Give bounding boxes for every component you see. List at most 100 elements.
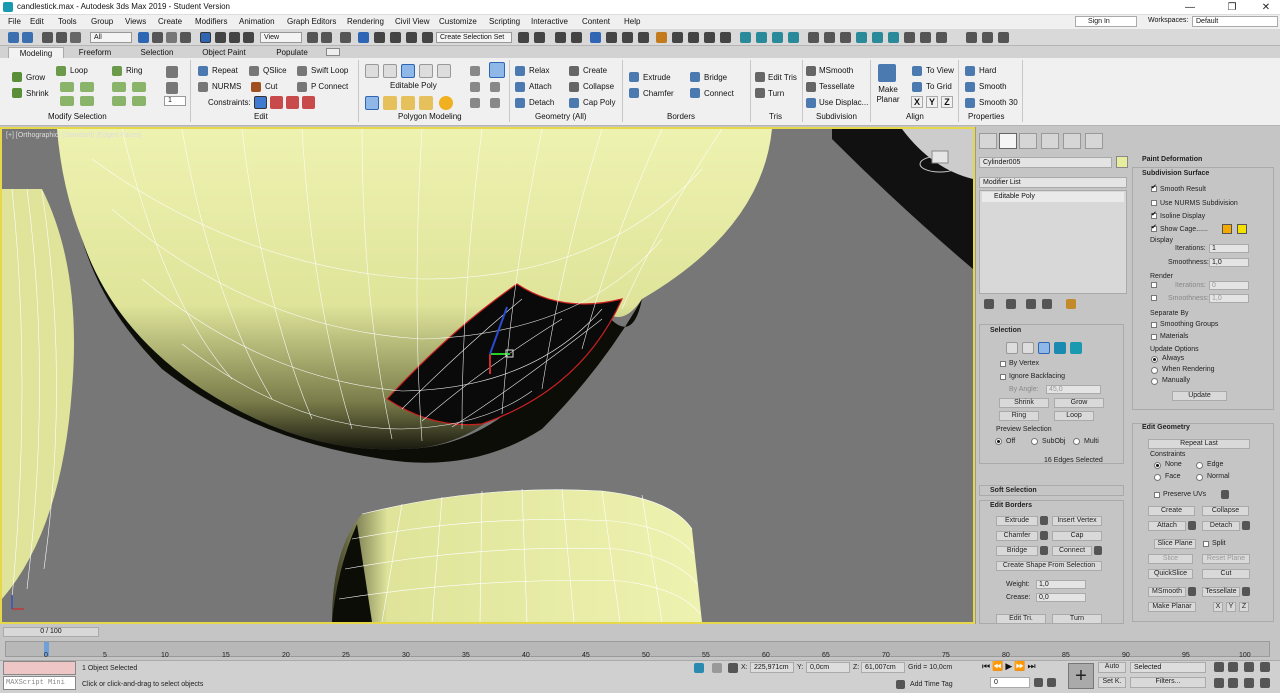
current-frame-field[interactable]: 0 [990, 677, 1030, 688]
smooth-button[interactable]: Smooth [979, 82, 1007, 91]
msmooth-button[interactable]: MSmooth [1148, 587, 1186, 597]
configure-sets-icon[interactable] [1066, 299, 1076, 309]
tessellate-button[interactable]: Tessellate [819, 82, 855, 91]
hard-button[interactable]: Hard [979, 66, 996, 75]
tool-8-icon[interactable] [856, 32, 867, 43]
extrude-button[interactable]: Extrude [996, 516, 1038, 526]
close-button[interactable]: ✕ [1252, 0, 1280, 15]
render-production-icon[interactable] [688, 32, 699, 43]
cage-color-2-swatch[interactable] [1237, 224, 1247, 234]
make-planar-button[interactable]: Make Planar [876, 85, 900, 105]
menu-scripting[interactable]: Scripting [489, 17, 520, 26]
loop-button[interactable]: Loop [1054, 411, 1094, 421]
tool-11-icon[interactable] [904, 32, 915, 43]
named-selection-set-select[interactable]: Create Selection Set [436, 32, 512, 43]
redo-icon[interactable] [22, 32, 33, 43]
slice-plane-button[interactable]: Slice Plane [1154, 539, 1196, 549]
pm-toggle-icon[interactable] [489, 62, 505, 78]
loop-mode-icon[interactable] [80, 96, 94, 106]
zoom-extents-all-icon[interactable] [1260, 662, 1270, 672]
menu-interactive[interactable]: Interactive [531, 17, 568, 26]
tool-2-icon[interactable] [756, 32, 767, 43]
isoline-checkbox[interactable] [1151, 210, 1157, 219]
reset-plane-button[interactable]: Reset Plane [1202, 554, 1250, 564]
edit-tri-button[interactable]: Edit Tri. [996, 614, 1046, 624]
sel-vertex-icon[interactable] [1006, 342, 1018, 354]
menu-tools[interactable]: Tools [58, 17, 77, 26]
bridge-settings-icon[interactable] [1040, 546, 1048, 555]
menu-civil-view[interactable]: Civil View [395, 17, 430, 26]
rotate-icon[interactable] [215, 32, 226, 43]
weight-spinner[interactable]: 1,0 [1036, 580, 1086, 589]
hierarchy-tab-icon[interactable] [1019, 133, 1037, 149]
geometry-group-title[interactable]: Geometry (All) [535, 112, 587, 121]
qslice-button[interactable]: QSlice [263, 66, 287, 75]
bind-space-warp-icon[interactable] [70, 32, 81, 43]
bridge-button[interactable]: Bridge [704, 73, 727, 82]
pm-side-icon-5[interactable] [490, 98, 500, 108]
p-connect-button[interactable]: P Connect [311, 82, 348, 91]
tool-4-icon[interactable] [788, 32, 799, 43]
viewport-orthographic[interactable]: [+] [Orthographic] [Standard] [Edged Fac… [0, 127, 975, 624]
tessellate-settings-icon[interactable] [1242, 587, 1250, 596]
connect-button[interactable]: Connect [1052, 546, 1092, 556]
preview-multi-radio[interactable] [1073, 438, 1080, 445]
tessellate-button[interactable]: Tessellate [1202, 587, 1240, 597]
toggle-ribbon-icon[interactable] [590, 32, 601, 43]
cut-button[interactable]: Cut [265, 82, 277, 91]
menu-graph-editors[interactable]: Graph Editors [287, 17, 336, 26]
update-button[interactable]: Update [1172, 391, 1227, 401]
render-iterative-icon[interactable] [704, 32, 715, 43]
play-icon[interactable]: ▶ [1005, 661, 1014, 671]
key-filter-select[interactable]: Selected [1130, 662, 1206, 673]
preview-subobj-radio[interactable] [1031, 438, 1038, 445]
sel-element-icon[interactable] [1070, 342, 1082, 354]
show-end-result-icon[interactable] [1006, 299, 1016, 309]
tab-object-paint[interactable]: Object Paint [192, 47, 256, 58]
smooth-30-button[interactable]: Smooth 30 [979, 98, 1018, 107]
constraint-none-icon[interactable] [254, 96, 267, 109]
schematic-view-icon[interactable] [622, 32, 633, 43]
utilities-tab-icon[interactable] [1085, 133, 1103, 149]
turn-button[interactable]: Turn [1052, 614, 1102, 624]
workspace-select[interactable]: Default [1192, 16, 1278, 27]
tab-populate[interactable]: Populate [264, 47, 320, 58]
object-name-field[interactable]: Cylinder005 [979, 157, 1112, 168]
sel-border-icon[interactable] [1038, 342, 1050, 354]
smooth-result-checkbox[interactable] [1151, 183, 1157, 192]
align-y-button[interactable]: Y [926, 96, 938, 108]
detach-button[interactable]: Detach [1202, 521, 1240, 531]
pm-side-icon-4[interactable] [490, 82, 500, 92]
previous-frame-icon[interactable]: ⏪ [992, 661, 1005, 671]
collapse-button[interactable]: Collapse [583, 82, 614, 91]
sign-in-dropdown[interactable]: Sign In [1075, 16, 1137, 27]
isolate-selection-icon[interactable] [694, 663, 704, 673]
key-mode-icon[interactable] [1034, 678, 1043, 687]
show-cage-checkbox[interactable] [1151, 223, 1157, 232]
maxscript-mini-input[interactable]: MAXScript Mini [3, 676, 76, 690]
tool-6-icon[interactable] [824, 32, 835, 43]
render-cloud-icon[interactable] [720, 32, 731, 43]
paint-deformation-title[interactable]: Paint Deformation [1142, 156, 1202, 163]
use-displacement-button[interactable]: Use Displac... [819, 98, 868, 107]
tab-modeling[interactable]: Modeling [8, 47, 64, 58]
link-icon[interactable] [42, 32, 53, 43]
crease-spinner[interactable]: 0,0 [1036, 593, 1086, 602]
tool-7-icon[interactable] [840, 32, 851, 43]
auto-key-button[interactable]: Auto [1098, 662, 1126, 673]
attach-button[interactable]: Attach [529, 82, 552, 91]
detach-settings-icon[interactable] [1242, 521, 1250, 530]
align-x-button[interactable]: X [911, 96, 923, 108]
tool-9-icon[interactable] [872, 32, 883, 43]
tool-1-icon[interactable] [740, 32, 751, 43]
attach-settings-icon[interactable] [1188, 521, 1196, 530]
update-when-rendering-radio[interactable] [1151, 367, 1158, 374]
maximize-viewport-icon[interactable] [1260, 678, 1270, 688]
maximize-button[interactable]: ❐ [1218, 0, 1246, 15]
undo-icon[interactable] [8, 32, 19, 43]
zoom-icon[interactable] [1214, 662, 1224, 672]
stack-icon-1[interactable] [383, 96, 397, 110]
pan-icon[interactable] [1228, 678, 1238, 688]
pm-side-icon-2[interactable] [470, 82, 480, 92]
time-slider[interactable]: 0 / 100 [3, 627, 99, 637]
